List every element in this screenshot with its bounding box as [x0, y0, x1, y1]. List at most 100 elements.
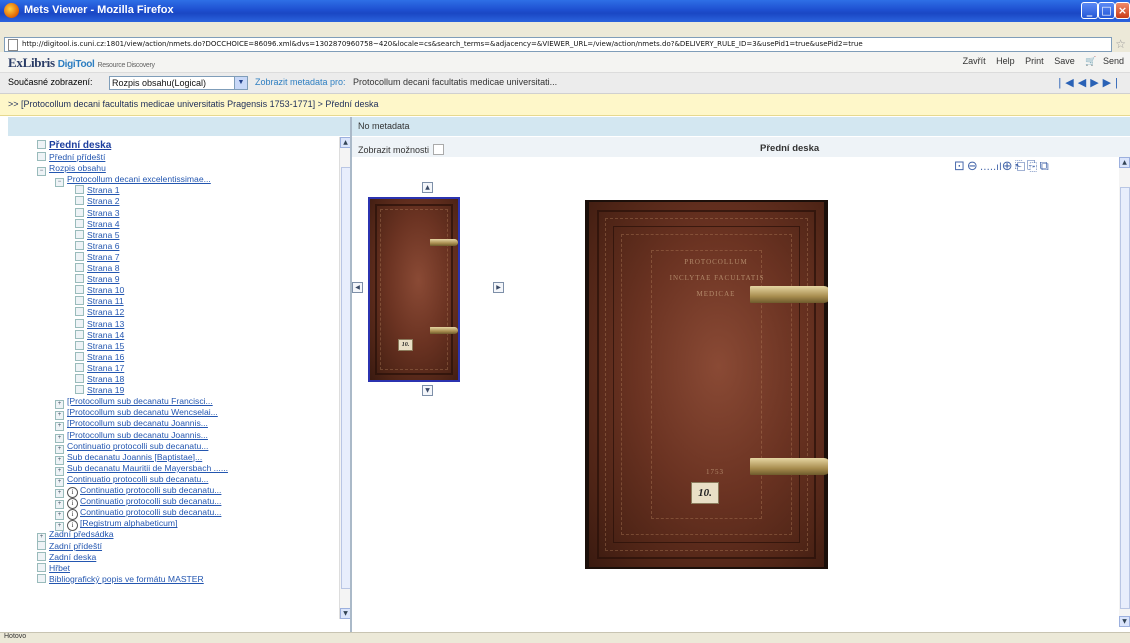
tree-item[interactable]: Strana 7 — [75, 251, 120, 262]
tree-item[interactable]: Strana 15 — [75, 340, 124, 351]
thumb-down-icon[interactable]: ▼ — [422, 385, 433, 396]
collapse-icon[interactable]: − — [55, 178, 64, 188]
breadcrumb-text[interactable]: >> [Protocollum decani facultatis medica… — [8, 99, 378, 109]
tree-item[interactable]: Přední deska — [37, 140, 111, 151]
first-page-icon[interactable]: |◀ — [1058, 77, 1077, 89]
cover-title-3: MEDICAE — [696, 290, 736, 298]
page-icon — [75, 274, 84, 284]
view-select[interactable]: Rozpis obsahu(Logical) ▼ — [109, 76, 248, 90]
menu-print-link[interactable]: Print — [1025, 56, 1044, 66]
tree-item[interactable]: Strana 2 — [75, 196, 120, 206]
cover-thumbnail[interactable]: 10. — [368, 197, 460, 382]
tree-item[interactable]: Strana 9 — [75, 274, 120, 284]
page-icon — [37, 140, 46, 149]
tree-item-label: Strana 4 — [87, 218, 120, 229]
tree-item-label: Continuatio protocolli sub decanatu... — [67, 440, 209, 451]
page-icon — [75, 318, 84, 328]
options-label: Zobrazit možnosti — [358, 145, 430, 155]
cover-leather — [589, 202, 824, 567]
no-metadata-text: No metadata — [358, 121, 410, 131]
close-window-button[interactable]: × — [1115, 2, 1130, 19]
page-icon — [37, 152, 46, 161]
page-icon — [75, 374, 84, 383]
viewer-scroll-down-icon[interactable]: ▼ — [1119, 616, 1130, 627]
viewer-scrollbar-thumb[interactable] — [1120, 187, 1130, 609]
url-field[interactable]: http://digitool.is.cuni.cz:1801/view/act… — [4, 37, 1112, 52]
tree-item[interactable]: Strana 6 — [75, 240, 120, 251]
tree-item[interactable]: Strana 5 — [75, 229, 120, 240]
tree-item-label: Bibliografický popis ve formátu MASTER — [49, 573, 204, 584]
prev-page-icon[interactable]: ◀ — [1078, 77, 1090, 89]
tree-item[interactable]: Zadní deska — [37, 551, 96, 562]
menu-close-link[interactable]: Zavřít — [963, 56, 986, 66]
zoom-in-icon[interactable]: ⊕ — [1002, 159, 1015, 174]
page-icon — [75, 240, 84, 250]
tree-item[interactable]: Strana 14 — [75, 329, 125, 340]
cart-icon[interactable]: 🛒 — [1085, 56, 1096, 66]
tree-item[interactable]: Hřbet — [37, 562, 70, 573]
thumb-up-icon[interactable]: ▲ — [422, 182, 433, 193]
viewer-scrollbar[interactable]: ▲ ▼ — [1119, 157, 1130, 627]
tree-item-label: Strana 1 — [87, 185, 120, 196]
tree-item-label: Protocollum decani excelentissimae... — [67, 174, 211, 185]
thumb-right-icon[interactable]: ▶ — [493, 282, 504, 293]
tree-item[interactable]: Strana 10 — [75, 285, 124, 295]
copy-icon[interactable]: ⧉ — [1039, 159, 1050, 174]
zoom-slider-icon[interactable]: …..ıl — [980, 162, 1002, 173]
current-view-label: Současné zobrazení: — [8, 77, 93, 87]
next-page-icon[interactable]: ▶ — [1090, 77, 1102, 89]
tree-item[interactable]: Strana 18 — [75, 374, 124, 384]
page-icon — [75, 329, 84, 339]
tree-item[interactable]: Strana 3 — [75, 207, 120, 218]
minimize-button[interactable]: _ — [1081, 2, 1098, 19]
page-icon — [75, 362, 84, 372]
tree-item[interactable]: Strana 13 — [75, 318, 124, 329]
cover-image[interactable]: PROTOCOLLUM INCLYTAE FACULTATIS MEDICAE … — [585, 200, 828, 569]
tree-item-label: Strana 2 — [87, 196, 120, 207]
page-title: Přední deska — [760, 143, 820, 154]
page-icon — [37, 540, 46, 550]
tree-item[interactable]: Strana 17 — [75, 362, 124, 373]
tree-item-label: Sub decanatu Joannis [Baptistae]... — [67, 451, 203, 462]
bookmark-star-icon[interactable]: ☆ — [1115, 37, 1126, 51]
tree-item[interactable]: Zadní přídeští — [37, 540, 102, 551]
rotate-right-icon[interactable]: ⎘ — [1027, 159, 1039, 174]
page-icon — [8, 39, 18, 51]
tree-item[interactable]: Strana 8 — [75, 263, 120, 273]
menu-send-link[interactable]: Send — [1103, 56, 1124, 66]
thumb-left-icon[interactable]: ◀ — [352, 282, 363, 293]
maximize-button[interactable]: □ — [1098, 2, 1115, 19]
tree-item-label: Přední deska — [49, 140, 112, 151]
metadata-value[interactable]: Protocollum decani facultatis medicae un… — [353, 77, 557, 87]
tree-item[interactable]: Strana 16 — [75, 351, 124, 362]
page-icon — [75, 263, 84, 272]
firefox-icon — [4, 3, 19, 18]
thumb-label: 10. — [398, 339, 413, 351]
tree-item[interactable]: Strana 4 — [75, 218, 120, 229]
tree-item-label: [Protocollum sub decanatu Wencselai... — [67, 407, 218, 418]
cover-clasp-bottom — [750, 458, 828, 475]
chevron-down-icon[interactable]: ▼ — [234, 77, 247, 89]
cover-clasp-top — [750, 286, 828, 303]
collapse-icon[interactable]: − — [37, 167, 46, 177]
menu-save-link[interactable]: Save — [1054, 56, 1075, 66]
tree-item[interactable]: Přední přídeští — [37, 152, 105, 162]
viewer-toolbar: Zobrazit možnosti Přední deska — [352, 137, 1130, 157]
last-page-icon[interactable]: ▶| — [1103, 77, 1122, 89]
top-menu: Zavřít Help Print Save 🛒 Send — [955, 56, 1124, 67]
options-checkbox[interactable] — [433, 144, 445, 155]
tree-item[interactable]: Strana 11 — [75, 296, 124, 306]
tree-item-label: [Protocollum sub decanatu Joannis... — [67, 418, 208, 429]
tree-item[interactable]: Bibliografický popis ve formátu MASTER — [37, 573, 204, 584]
tree-item[interactable]: Strana 1 — [75, 185, 120, 195]
tree-item[interactable]: Strana 19 — [75, 385, 124, 395]
viewer-scroll-up-icon[interactable]: ▲ — [1119, 157, 1130, 168]
metadata-header: No metadata — [352, 117, 1130, 136]
fit-page-icon[interactable]: ⊡ — [954, 159, 967, 174]
zoom-out-icon[interactable]: ⊖ — [967, 159, 980, 174]
menu-help-link[interactable]: Help — [996, 56, 1015, 66]
tree-item[interactable]: Strana 12 — [75, 307, 124, 317]
tree-item-label: Strana 14 — [87, 329, 125, 340]
options-toggle[interactable]: Zobrazit možnosti — [358, 144, 445, 155]
rotate-left-icon[interactable]: ⎗ — [1015, 159, 1027, 174]
